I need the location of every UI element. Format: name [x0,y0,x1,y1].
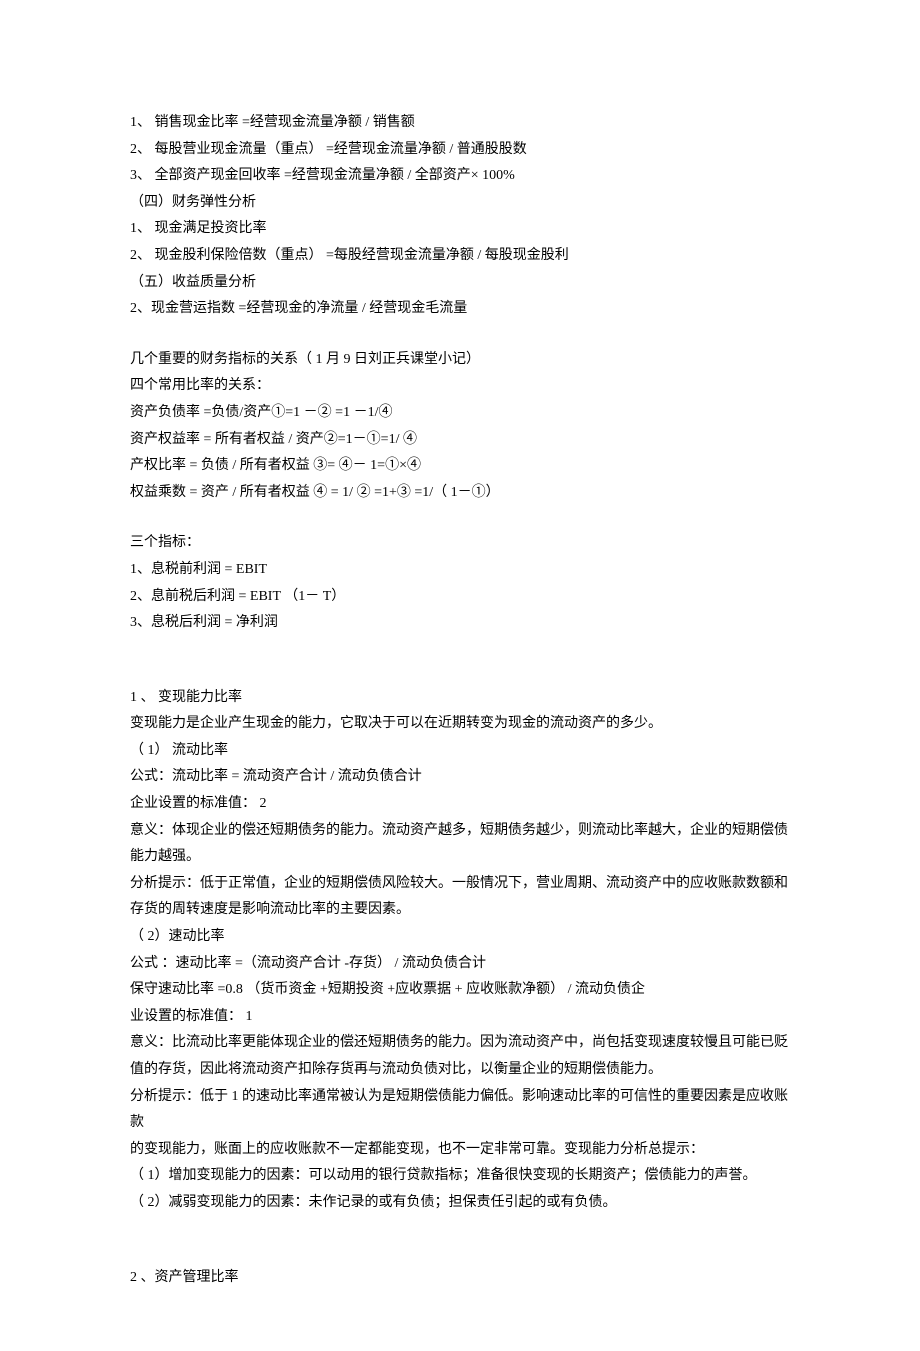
text-line: 分析提示：低于正常值，企业的短期偿债风险较大。一般情况下，营业周期、流动资产中的… [130,871,790,924]
text-line: 保守速动比率 =0.8 （货币资金 +短期投资 +应收票据 + 应收账款净额） … [130,977,790,1004]
text-line: 3、息税后利润 = 净利润 [130,610,790,637]
text-line: 3、 全部资产现金回收率 =经营现金流量净额 / 全部资产× 100% [130,163,790,190]
text-line: 2、 每股营业现金流量（重点） =经营现金流量净额 / 普通股股数 [130,137,790,164]
text-line: 2、 现金股利保险倍数（重点） =每股经营现金流量净额 / 每股现金股利 [130,243,790,270]
text-line: 分析提示：低于 1 的速动比率通常被认为是短期偿债能力偏低。影响速动比率的可信性… [130,1084,790,1137]
text-line: 1、 现金满足投资比率 [130,216,790,243]
text-line: 1 、 变现能力比率 [130,685,790,712]
text-line: （四）财务弹性分析 [130,190,790,217]
text-line: 几个重要的财务指标的关系（ 1 月 9 日刘正兵课堂小记） [130,347,790,374]
text-line: （ 1） 流动比率 [130,738,790,765]
text-line: 意义：比流动比率更能体现企业的偿还短期债务的能力。因为流动资产中，尚包括变现速度… [130,1030,790,1083]
text-line: 三个指标： [130,530,790,557]
text-line: 意义：体现企业的偿还短期债务的能力。流动资产越多，短期债务越少，则流动比率越大，… [130,818,790,871]
text-line: 1、息税前利润 = EBIT [130,557,790,584]
spacer [130,1217,790,1265]
spacer [130,323,790,347]
text-line: 四个常用比率的关系： [130,373,790,400]
text-line: 业设置的标准值： 1 [130,1004,790,1031]
text-line: 1、 销售现金比率 =经营现金流量净额 / 销售额 [130,110,790,137]
text-line: 企业设置的标准值： 2 [130,791,790,818]
text-line: 产权比率 = 负债 / 所有者权益 ③= ④－ 1=①×④ [130,453,790,480]
text-line: （ 2）减弱变现能力的因素：未作记录的或有负债；担保责任引起的或有负债。 [130,1190,790,1217]
text-line: 公式 ：速动比率 =（流动资产合计 -存货） / 流动负债合计 [130,951,790,978]
text-line: 2 、资产管理比率 [130,1265,790,1292]
text-line: 2、息前税后利润 = EBIT （1－ T） [130,584,790,611]
text-line: 权益乘数 = 资产 / 所有者权益 ④ = 1/ ② =1+③ =1/（ 1－①… [130,480,790,507]
text-line: 资产权益率 = 所有者权益 / 资产②=1－①=1/ ④ [130,427,790,454]
text-line: 变现能力是企业产生现金的能力，它取决于可以在近期转变为现金的流动资产的多少。 [130,711,790,738]
text-line: 公式：流动比率 = 流动资产合计 / 流动负债合计 [130,764,790,791]
text-line: 2、现金营运指数 =经营现金的净流量 / 经营现金毛流量 [130,296,790,323]
text-line: （ 2）速动比率 [130,924,790,951]
text-line: （ 1）增加变现能力的因素：可以动用的银行贷款指标；准备很快变现的长期资产；偿债… [130,1163,790,1190]
text-line: 的变现能力，账面上的应收账款不一定都能变现，也不一定非常可靠。变现能力分析总提示… [130,1137,790,1164]
spacer [130,506,790,530]
text-line: （五）收益质量分析 [130,270,790,297]
text-line: 资产负债率 =负债/资产①=1 －② =1 －1/④ [130,400,790,427]
spacer [130,637,790,685]
